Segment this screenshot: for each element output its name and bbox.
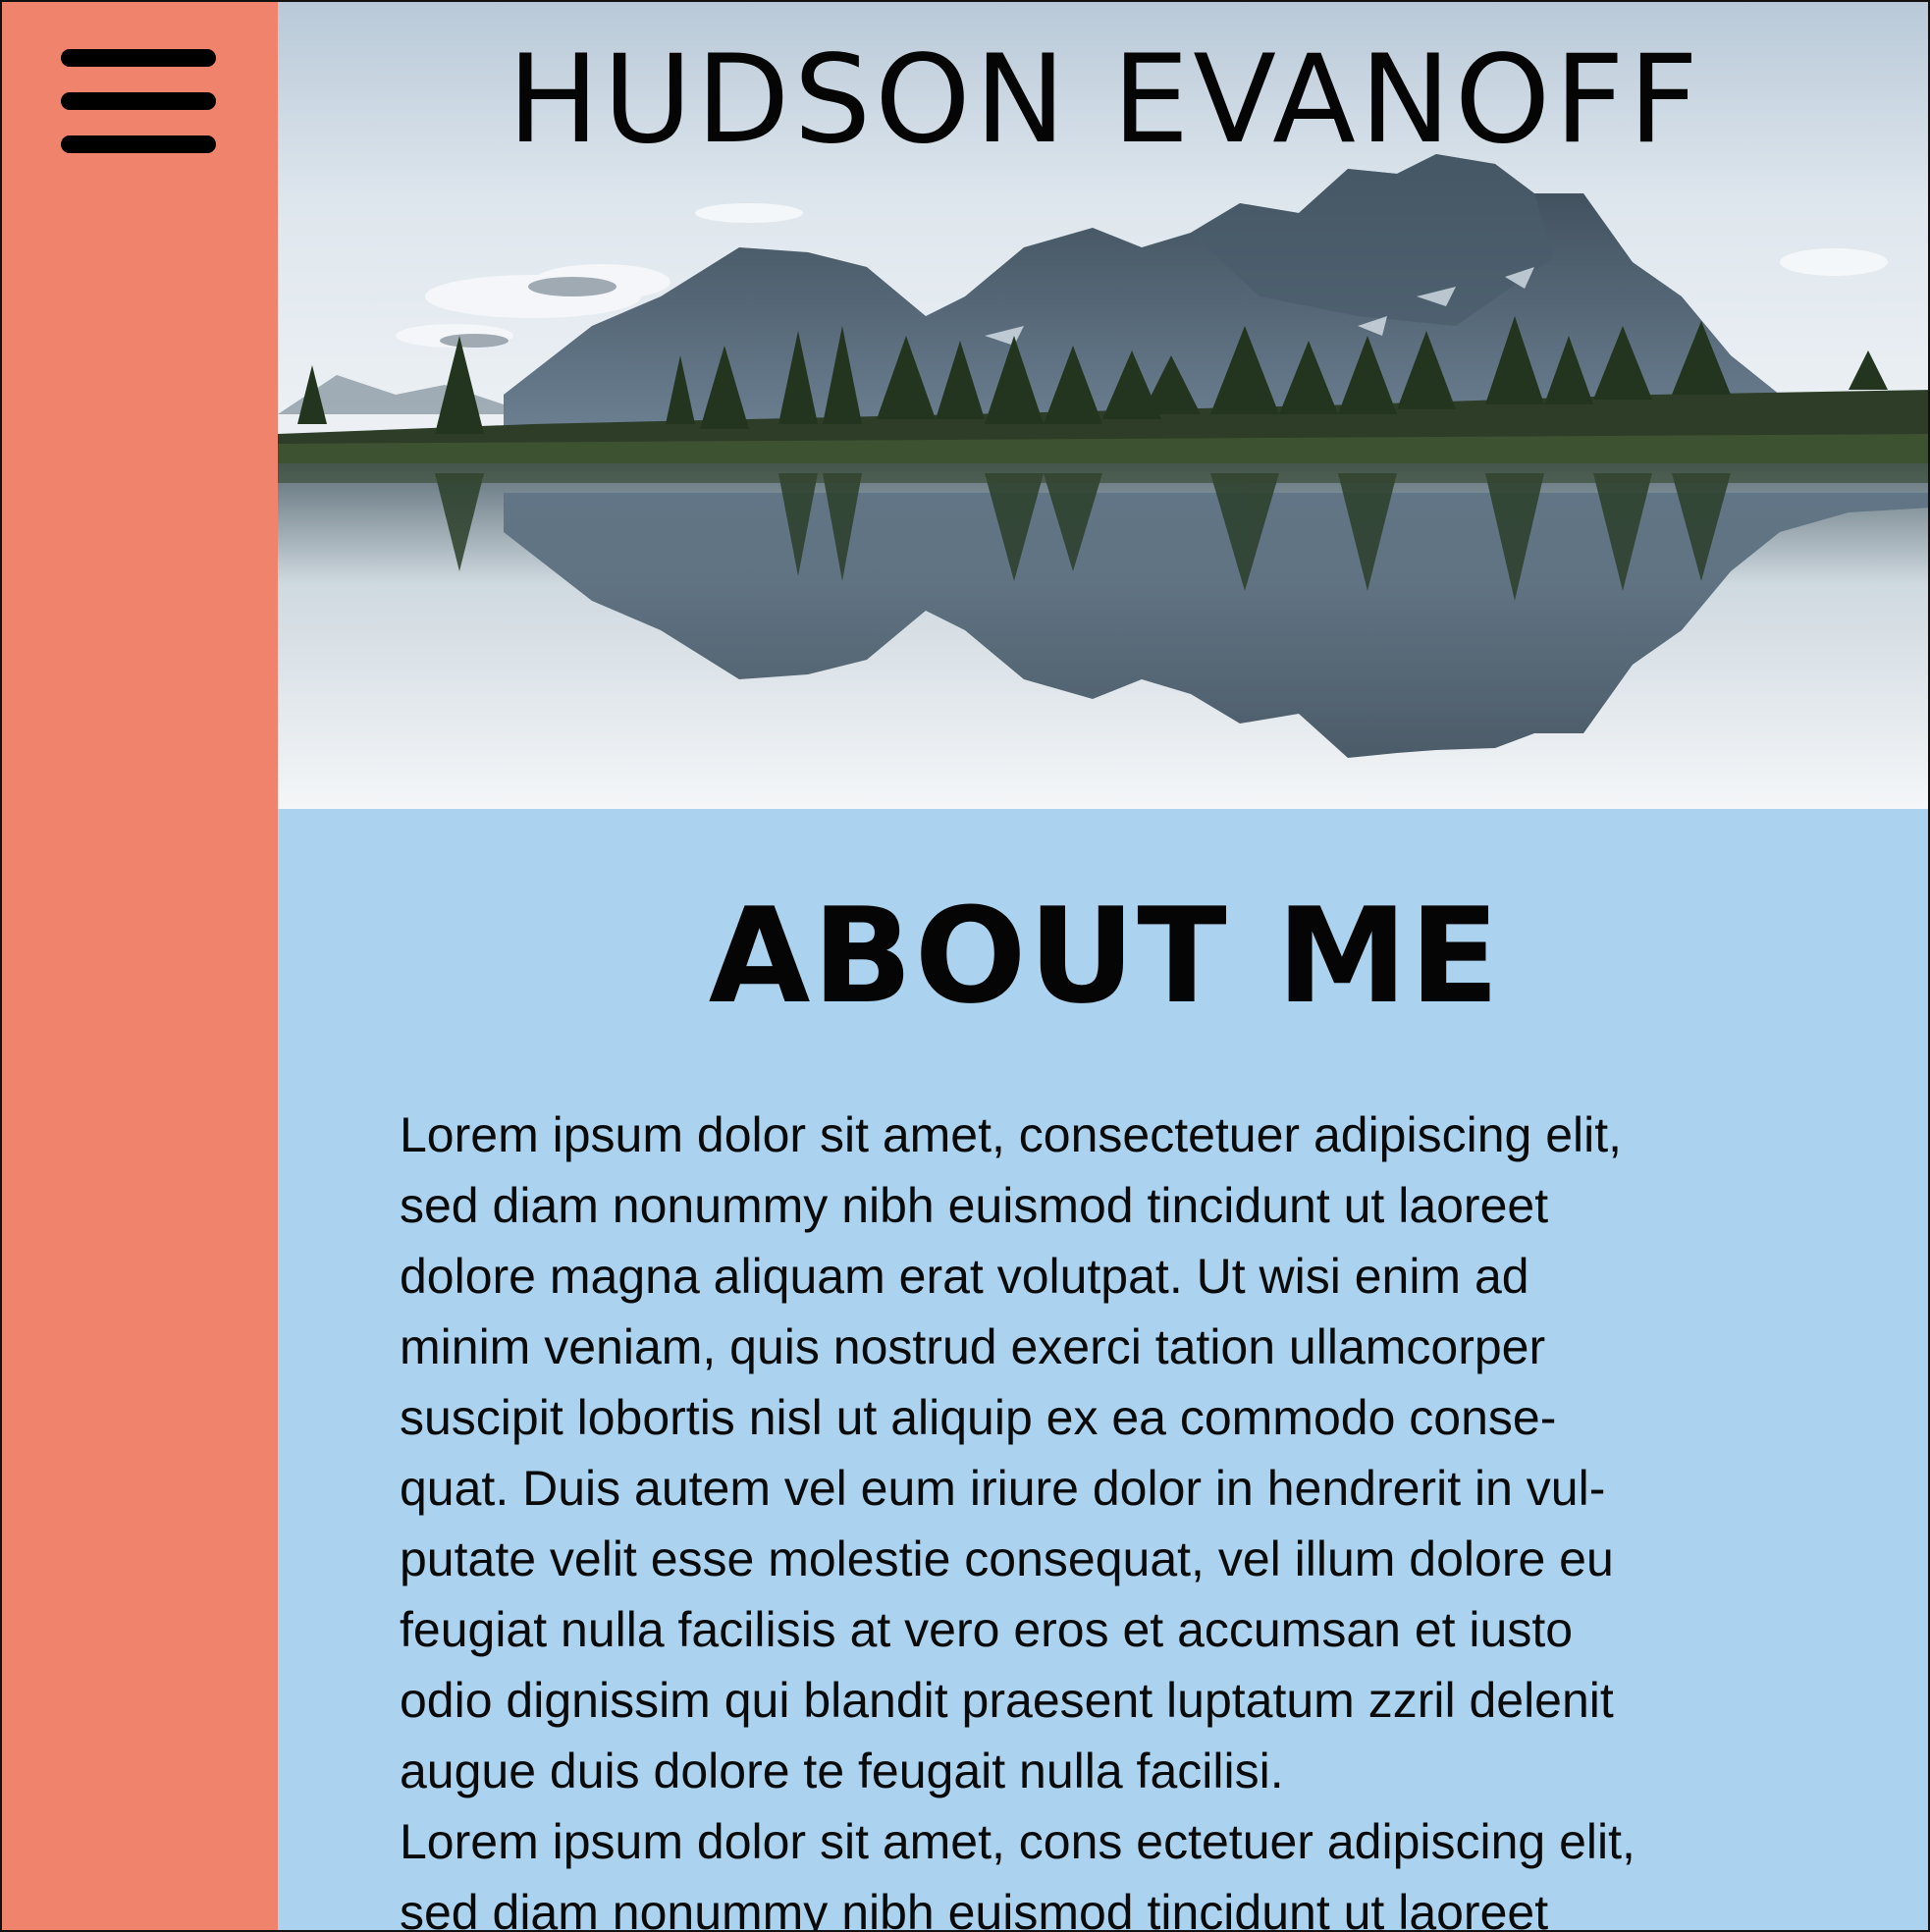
body-line: Lorem ipsum dolor sit amet, cons ectetue… — [400, 1814, 1635, 1869]
body-line: minim veniam, quis nostrud exerci tation… — [400, 1319, 1546, 1374]
body-line: putate velit esse molestie consequat, ve… — [400, 1531, 1614, 1586]
menu-bar-top — [61, 49, 216, 67]
menu-bar-bottom — [61, 135, 216, 153]
hamburger-menu-icon[interactable] — [61, 45, 216, 155]
sidebar — [2, 2, 278, 1930]
body-line: quat. Duis autem vel eum iriure dolor in… — [400, 1461, 1606, 1516]
body-line: suscipit lobortis nisl ut aliquip ex ea … — [400, 1390, 1557, 1445]
site-title: HUDSON EVANOFF — [507, 29, 1703, 171]
about-section: ABOUT ME Lorem ipsum dolor sit amet, con… — [278, 809, 1928, 1932]
section-heading: ABOUT ME — [708, 880, 1502, 1033]
body-line: augue duis dolore te feugait nulla facil… — [400, 1744, 1284, 1798]
page: HUDSON EVANOFF ABOUT ME Lorem ipsum dolo… — [0, 0, 1930, 1932]
menu-bar-middle — [61, 92, 216, 110]
body-line: feugiat nulla facilisis at vero eros et … — [400, 1602, 1574, 1657]
body-line: sed diam nonummy nibh euismod tincidunt … — [400, 1178, 1549, 1233]
body-line: Lorem ipsum dolor sit amet, consectetuer… — [400, 1107, 1623, 1162]
body-line: odio dignissim qui blandit praesent lupt… — [400, 1673, 1614, 1728]
body-line: sed diam nonummy nibh euismod tincidunt … — [400, 1885, 1549, 1932]
about-body-text: Lorem ipsum dolor sit amet, consectetuer… — [400, 1100, 1813, 1932]
hero-banner: HUDSON EVANOFF — [278, 2, 1928, 809]
body-line: dolore magna aliquam erat volutpat. Ut w… — [400, 1249, 1529, 1304]
